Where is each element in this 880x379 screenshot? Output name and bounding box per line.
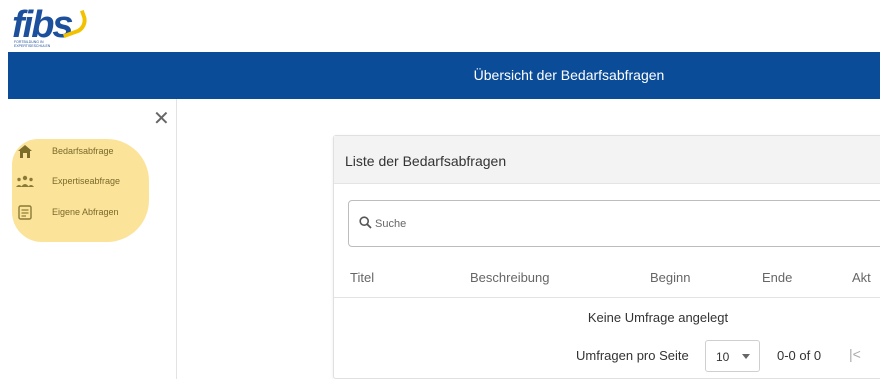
table-header: Titel Beschreibung Beginn Ende Akt <box>334 260 880 298</box>
sidebar: ✕ Bedarfsabfrage Expertiseabfrage Eigene… <box>8 99 177 379</box>
column-header-ende[interactable]: Ende <box>762 270 792 285</box>
sidebar-item-label: Eigene Abfragen <box>52 207 119 217</box>
document-icon <box>16 203 34 221</box>
rows-per-page-select[interactable]: 10 <box>705 340 760 372</box>
sidebar-item-label: Bedarfsabfrage <box>52 146 114 156</box>
pagination-range: 0-0 of 0 <box>777 348 822 363</box>
rows-per-page-label: Umfragen pro Seite <box>576 348 689 363</box>
column-header-titel[interactable]: Titel <box>350 270 374 285</box>
column-header-beschreibung[interactable]: Beschreibung <box>470 270 550 285</box>
logo-tagline: FORTBILDUNG IN EXPERTISESCHULEN <box>14 40 51 48</box>
rows-per-page-value: 10 <box>716 350 730 364</box>
page-title: Übersicht der Bedarfsabfragen <box>473 67 665 83</box>
chevron-down-icon <box>742 354 750 359</box>
column-header-aktionen[interactable]: Akt <box>852 270 871 285</box>
empty-state-message: Keine Umfrage angelegt <box>587 310 729 325</box>
survey-list-card: Liste der Bedarfsabfragen Titel Beschrei… <box>333 135 880 379</box>
sidebar-item-bedarfsabfrage[interactable]: Bedarfsabfrage <box>16 141 114 161</box>
sidebar-item-expertiseabfrage[interactable]: Expertiseabfrage <box>16 171 120 191</box>
search-box[interactable] <box>348 200 880 247</box>
home-icon <box>16 142 34 160</box>
card-header: Liste der Bedarfsabfragen <box>334 136 880 184</box>
close-icon[interactable]: ✕ <box>153 109 170 129</box>
search-icon <box>359 216 373 230</box>
app-header: Übersicht der Bedarfsabfragen <box>8 52 880 99</box>
search-input[interactable] <box>375 215 675 233</box>
first-page-icon[interactable]: |< <box>849 346 861 362</box>
column-header-beginn[interactable]: Beginn <box>650 270 690 285</box>
pagination: Umfragen pro Seite 10 0-0 of 0 |< <box>334 340 880 372</box>
sidebar-item-eigene-abfragen[interactable]: Eigene Abfragen <box>16 202 119 222</box>
people-icon <box>16 172 34 190</box>
fibs-logo: fibs FORTBILDUNG IN EXPERTISESCHULEN <box>12 4 92 50</box>
sidebar-item-label: Expertiseabfrage <box>52 176 121 186</box>
card-title: Liste der Bedarfsabfragen <box>345 153 507 169</box>
